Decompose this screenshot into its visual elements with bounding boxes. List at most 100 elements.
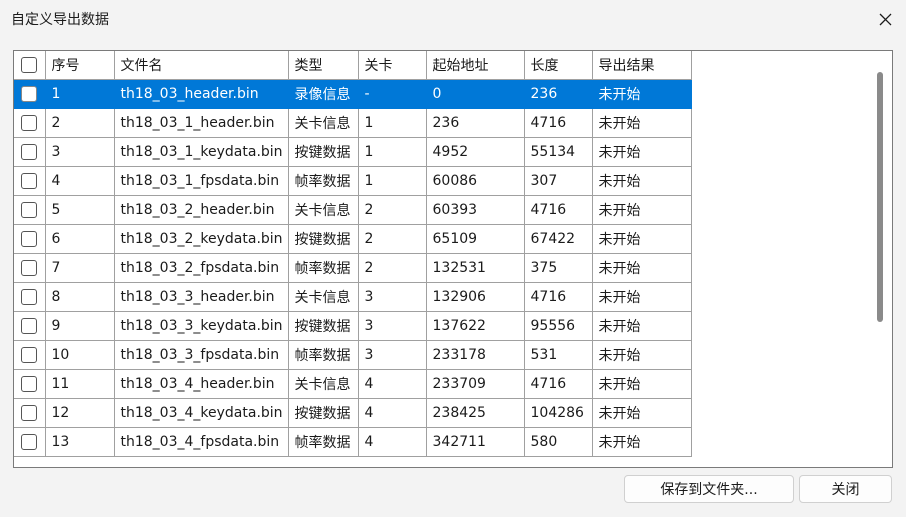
- cell-export-result: 未开始: [591, 194, 692, 225]
- cell-stage: 2: [357, 194, 427, 225]
- column-header-filename[interactable]: 文件名: [113, 51, 289, 80]
- table-row[interactable]: 7 th18_03_2_fpsdata.bin 帧率数据 2 132531 375 未开始: [14, 252, 692, 283]
- cell-type: 录像信息: [287, 78, 359, 109]
- cell-filename: th18_03_1_header.bin: [113, 107, 289, 138]
- cell-index: 5: [44, 194, 115, 225]
- cell-length: 375: [523, 252, 593, 283]
- cell-start-address: 236: [425, 107, 525, 138]
- table-row[interactable]: 12 th18_03_4_keydata.bin 按键数据 4 238425 104286…: [14, 397, 692, 428]
- table-row[interactable]: 6 th18_03_2_keydata.bin 按键数据 2 65109 67422 未开始: [14, 223, 692, 254]
- cell-index: 2: [44, 107, 115, 138]
- row-checkbox[interactable]: [21, 404, 38, 421]
- cell-start-address: 233709: [425, 368, 525, 399]
- select-all-checkbox[interactable]: [21, 56, 38, 73]
- cell-start-address: 132906: [425, 281, 525, 312]
- cell-index: 9: [44, 310, 115, 341]
- export-list-panel: 序号 文件名 类型 关卡 起始地址 长度 导出结果 1 th18_03_heade…: [13, 50, 893, 468]
- column-header-start-address[interactable]: 起始地址: [425, 51, 525, 80]
- row-checkbox-cell: [14, 252, 46, 283]
- cell-filename: th18_03_2_keydata.bin: [113, 223, 289, 254]
- table-row[interactable]: 11 th18_03_4_header.bin 关卡信息 4 233709 4716 未开始: [14, 368, 692, 399]
- export-table: 序号 文件名 类型 关卡 起始地址 长度 导出结果 1 th18_03_heade…: [14, 51, 692, 457]
- cell-export-result: 未开始: [591, 426, 692, 457]
- row-checkbox[interactable]: [21, 259, 38, 276]
- cell-length: 95556: [523, 310, 593, 341]
- column-header-index[interactable]: 序号: [44, 51, 115, 80]
- cell-stage: 1: [357, 165, 427, 196]
- cell-export-result: 未开始: [591, 368, 692, 399]
- column-header-stage[interactable]: 关卡: [357, 51, 427, 80]
- window-title: 自定义导出数据: [11, 12, 109, 28]
- cell-length: 4716: [523, 368, 593, 399]
- cell-stage: 2: [357, 223, 427, 254]
- close-icon: [879, 13, 891, 25]
- row-checkbox[interactable]: [21, 375, 38, 392]
- row-checkbox[interactable]: [21, 288, 38, 305]
- cell-stage: 4: [357, 368, 427, 399]
- row-checkbox[interactable]: [21, 114, 38, 131]
- row-checkbox-cell: [14, 194, 46, 225]
- row-checkbox-cell: [14, 397, 46, 428]
- cell-start-address: 65109: [425, 223, 525, 254]
- cell-start-address: 60393: [425, 194, 525, 225]
- row-checkbox-cell: [14, 281, 46, 312]
- row-checkbox[interactable]: [21, 85, 38, 102]
- cell-stage: -: [357, 78, 427, 109]
- cell-index: 7: [44, 252, 115, 283]
- vertical-scrollbar[interactable]: [872, 51, 892, 467]
- table-row[interactable]: 1 th18_03_header.bin 录像信息 -0 236 未开始: [14, 78, 692, 109]
- row-checkbox-cell: [14, 368, 46, 399]
- table-row[interactable]: 13 th18_03_4_fpsdata.bin 帧率数据 4 342711 580 未开始: [14, 426, 692, 457]
- row-checkbox-cell: [14, 78, 46, 109]
- scrollbar-thumb[interactable]: [877, 72, 883, 322]
- cell-export-result: 未开始: [591, 339, 692, 370]
- cell-start-address: 0: [425, 78, 525, 109]
- row-checkbox[interactable]: [21, 433, 38, 450]
- row-checkbox[interactable]: [21, 172, 38, 189]
- cell-export-result: 未开始: [591, 136, 692, 167]
- column-header-type[interactable]: 类型: [287, 51, 359, 80]
- cell-type: 帧率数据: [287, 426, 359, 457]
- close-button[interactable]: 关闭: [799, 475, 892, 503]
- table-row[interactable]: 2 th18_03_1_header.bin 关卡信息 1 236 4716 未开始: [14, 107, 692, 138]
- table-row[interactable]: 3 th18_03_1_keydata.bin 按键数据 1 4952 55134 未开始: [14, 136, 692, 167]
- table-header-row: 序号 文件名 类型 关卡 起始地址 长度 导出结果: [14, 51, 692, 80]
- row-checkbox[interactable]: [21, 143, 38, 160]
- table-row[interactable]: 4 th18_03_1_fpsdata.bin 帧率数据 1 60086 307 未开始: [14, 165, 692, 196]
- table-row[interactable]: 10 th18_03_3_fpsdata.bin 帧率数据 3 233178 531 未开始: [14, 339, 692, 370]
- cell-length: 307: [523, 165, 593, 196]
- table-row[interactable]: 9 th18_03_3_keydata.bin 按键数据 3 137622 95556 未开…: [14, 310, 692, 341]
- column-header-export-result[interactable]: 导出结果: [591, 51, 692, 80]
- row-checkbox-cell: [14, 310, 46, 341]
- cell-index: 8: [44, 281, 115, 312]
- cell-export-result: 未开始: [591, 107, 692, 138]
- cell-type: 按键数据: [287, 136, 359, 167]
- table-row[interactable]: 8 th18_03_3_header.bin 关卡信息 3 132906 4716 未开始: [14, 281, 692, 312]
- cell-length: 236: [523, 78, 593, 109]
- cell-start-address: 4952: [425, 136, 525, 167]
- cell-start-address: 342711: [425, 426, 525, 457]
- table-row[interactable]: 5 th18_03_2_header.bin 关卡信息 2 60393 4716 未开始: [14, 194, 692, 225]
- cell-index: 1: [44, 78, 115, 109]
- cell-filename: th18_03_2_fpsdata.bin: [113, 252, 289, 283]
- cell-type: 关卡信息: [287, 194, 359, 225]
- cell-stage: 3: [357, 339, 427, 370]
- row-checkbox[interactable]: [21, 230, 38, 247]
- save-to-folder-button[interactable]: 保存到文件夹...: [624, 475, 794, 503]
- cell-type: 关卡信息: [287, 107, 359, 138]
- row-checkbox[interactable]: [21, 317, 38, 334]
- row-checkbox[interactable]: [21, 201, 38, 218]
- cell-index: 6: [44, 223, 115, 254]
- cell-type: 帧率数据: [287, 339, 359, 370]
- row-checkbox-cell: [14, 223, 46, 254]
- window-close-button[interactable]: [870, 4, 900, 34]
- row-checkbox[interactable]: [21, 346, 38, 363]
- cell-start-address: 238425: [425, 397, 525, 428]
- row-checkbox-cell: [14, 165, 46, 196]
- column-header-length[interactable]: 长度: [523, 51, 593, 80]
- cell-filename: th18_03_1_fpsdata.bin: [113, 165, 289, 196]
- cell-type: 帧率数据: [287, 165, 359, 196]
- cell-filename: th18_03_4_keydata.bin: [113, 397, 289, 428]
- title-bar: 自定义导出数据: [0, 0, 906, 38]
- cell-length: 4716: [523, 194, 593, 225]
